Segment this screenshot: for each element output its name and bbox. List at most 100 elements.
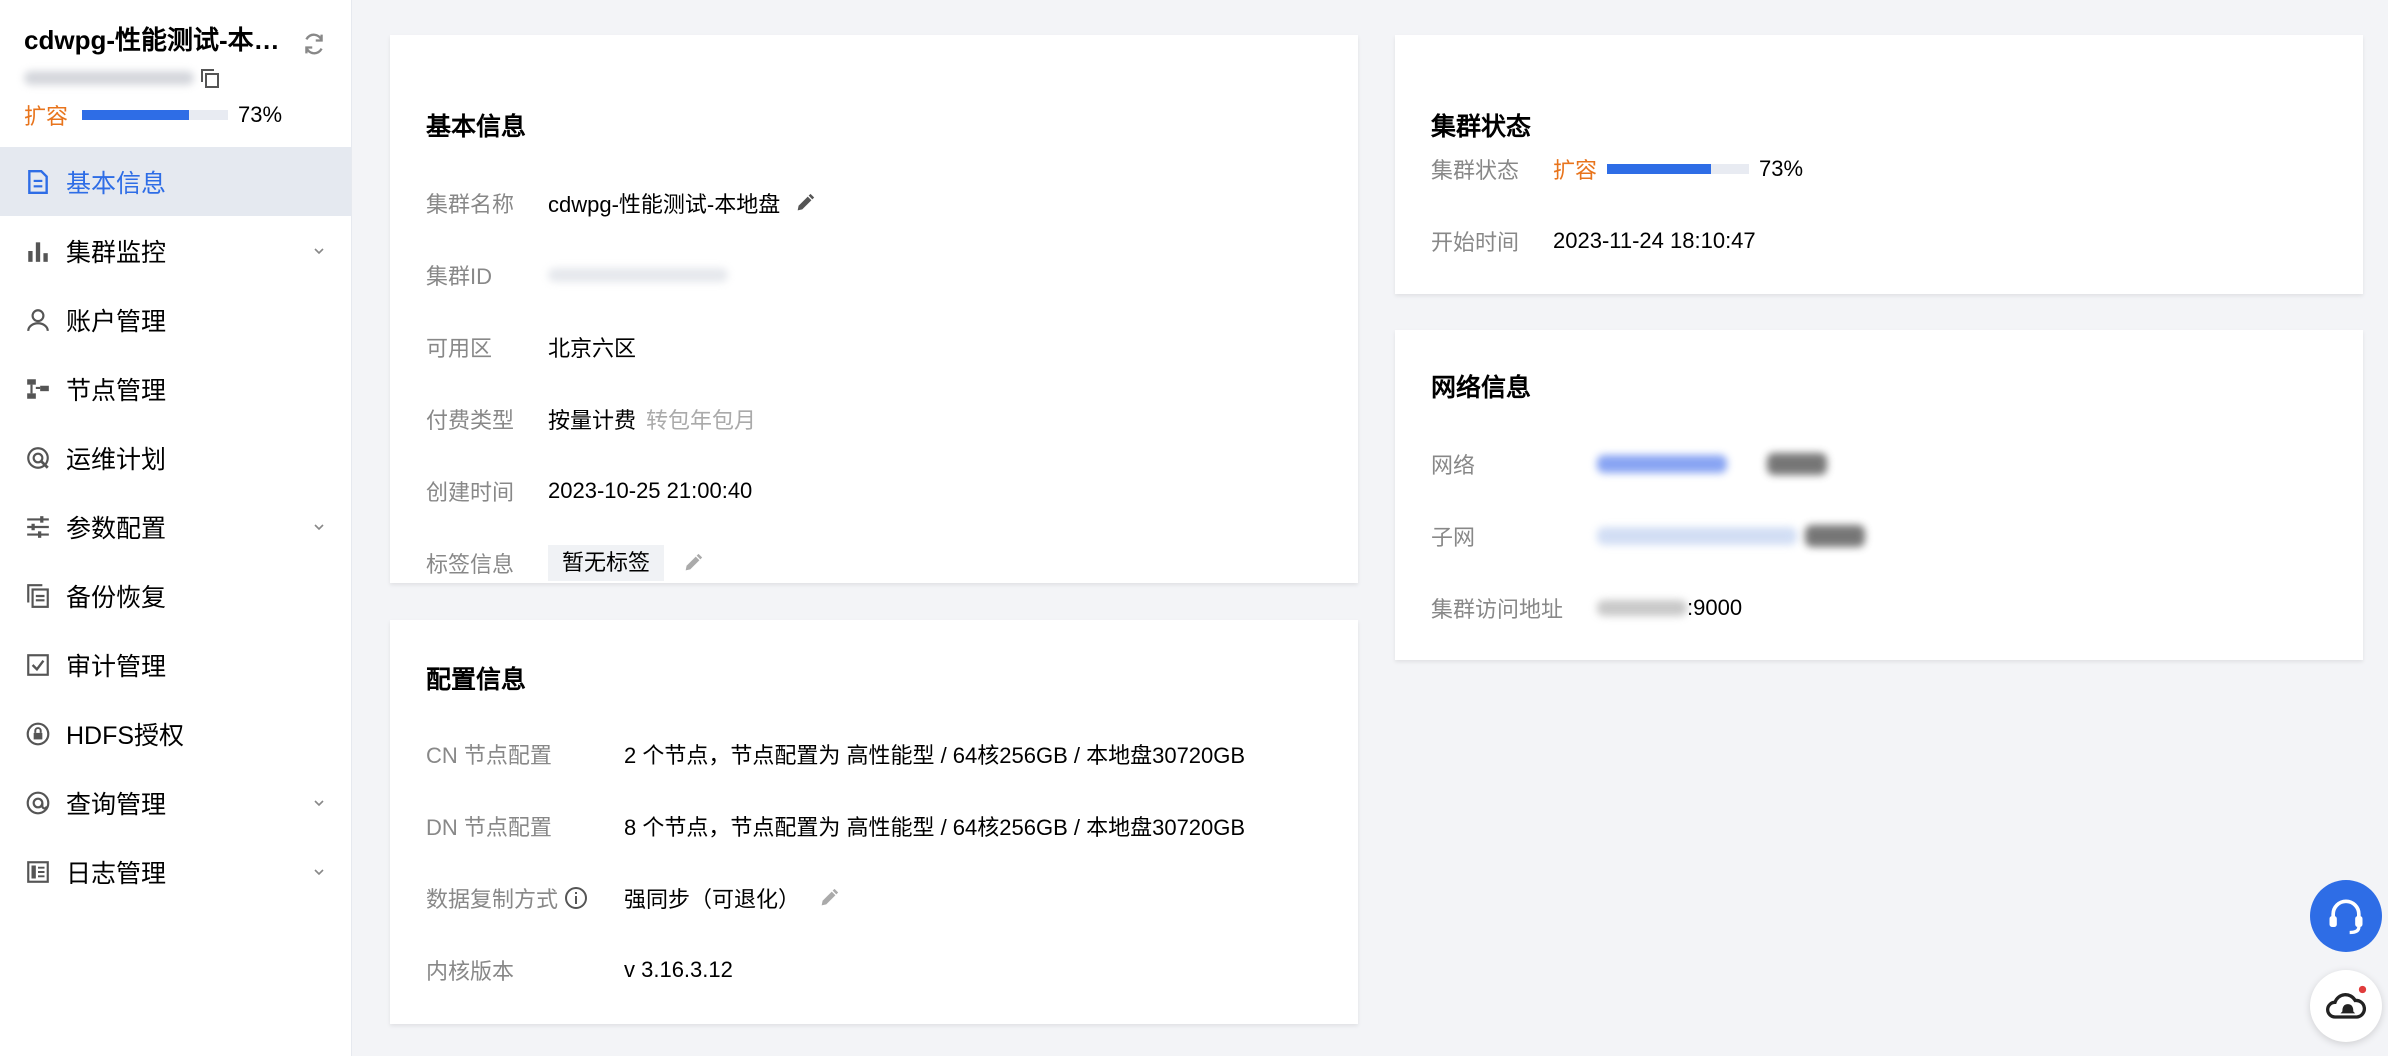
start-time-label: 开始时间	[1431, 230, 1520, 255]
audit-check-icon	[24, 651, 52, 679]
zone-value: 北京六区	[548, 336, 637, 361]
chevron-down-icon[interactable]	[312, 796, 326, 810]
network-info-card: 网络信息 网络 子网 集群访问地址 :9000	[1395, 330, 2363, 660]
sidebar-item-label: 审计管理	[66, 652, 167, 681]
headset-icon	[2329, 899, 2363, 935]
ops-plan-icon	[24, 444, 52, 472]
sidebar-item-label: 账户管理	[66, 307, 167, 336]
basic-info-card: 基本信息 集群名称 cdwpg-性能测试-本地盘 集群ID 可用区 北京六区 付…	[390, 35, 1358, 583]
access-address-redacted	[1597, 600, 1687, 616]
network-info-title: 网络信息	[1431, 374, 1532, 402]
cluster-id-row	[24, 62, 327, 94]
access-port: :9000	[1687, 595, 1743, 620]
sidebar-item-label: 节点管理	[66, 376, 167, 405]
replication-value: 强同步（可退化）	[624, 887, 801, 912]
progress-percent: 73%	[238, 102, 283, 127]
sidebar-item-9[interactable]: 查询管理	[0, 768, 351, 837]
subnet-value-redacted	[1597, 527, 1797, 545]
status-progress-percent: 73%	[1759, 156, 1804, 181]
config-info-title: 配置信息	[426, 666, 527, 694]
cluster-status-card: 集群状态 集群状态 扩容 73% 开始时间 2023-11-24 18:10:4…	[1395, 35, 2363, 294]
cluster-id-value-redacted	[548, 268, 728, 282]
status-row: 集群状态 扩容 73%	[1431, 149, 1803, 189]
kernel-value: v 3.16.3.12	[624, 957, 733, 982]
created-label: 创建时间	[426, 480, 515, 505]
log-icon	[24, 858, 52, 886]
sidebar-item-label: HDFS授权	[66, 721, 185, 750]
access-address-row: 集群访问地址 :9000	[1431, 588, 1742, 628]
cluster-header: cdwpg-性能测试-本地盘 扩容 73%	[0, 0, 351, 147]
subnet-id-redacted	[1805, 525, 1865, 547]
support-button[interactable]	[2310, 880, 2382, 952]
cn-config-label: CN 节点配置	[426, 743, 552, 768]
sidebar-item-1[interactable]: 集群监控	[0, 216, 351, 285]
edit-name-icon[interactable]	[794, 192, 816, 214]
sidebar-item-label: 运维计划	[66, 445, 167, 474]
cluster-name-row: 集群名称 cdwpg-性能测试-本地盘	[426, 183, 816, 223]
chevron-down-icon[interactable]	[312, 865, 326, 879]
cluster-id-redacted	[24, 71, 194, 85]
cluster-id-row-main: 集群ID	[426, 255, 728, 295]
dn-config-label: DN 节点配置	[426, 815, 552, 840]
chevron-down-icon[interactable]	[312, 244, 326, 258]
zone-row: 可用区 北京六区	[426, 327, 636, 367]
hdfs-auth-icon	[24, 720, 52, 748]
sidebar-item-3[interactable]: 节点管理	[0, 354, 351, 423]
sidebar-item-10[interactable]: 日志管理	[0, 837, 351, 906]
chevron-down-icon[interactable]	[312, 520, 326, 534]
replication-label: 数据复制方式	[426, 887, 559, 912]
created-row: 创建时间 2023-10-25 21:00:40	[426, 471, 752, 511]
billing-value: 按量计费	[548, 408, 637, 433]
network-id-redacted	[1767, 453, 1827, 475]
sidebar-item-6[interactable]: 备份恢复	[0, 561, 351, 630]
sidebar: cdwpg-性能测试-本地盘 扩容 73% 基本信息集群监控账户管理节点管理运维…	[0, 0, 352, 1056]
sidebar-item-label: 基本信息	[66, 169, 167, 198]
convert-monthly-link[interactable]: 转包年包月	[646, 403, 756, 435]
copy-icon[interactable]	[198, 66, 222, 90]
assistant-button[interactable]	[2310, 970, 2382, 1042]
backup-icon	[24, 582, 52, 610]
cluster-status-title: 集群状态	[1431, 113, 1532, 141]
sidebar-item-2[interactable]: 账户管理	[0, 285, 351, 354]
sidebar-item-4[interactable]: 运维计划	[0, 423, 351, 492]
status-label: 集群状态	[1431, 158, 1520, 183]
config-info-card: 配置信息 CN 节点配置 2 个节点，节点配置为 高性能型 / 64核256GB…	[390, 620, 1358, 1024]
tags-label: 标签信息	[426, 552, 515, 577]
status-progress-bar	[1607, 164, 1750, 174]
start-time-value: 2023-11-24 18:10:47	[1553, 228, 1756, 253]
cn-config-value: 2 个节点，节点配置为 高性能型 / 64核256GB / 本地盘30720GB	[624, 743, 1246, 768]
edit-tags-icon[interactable]	[682, 552, 704, 574]
sidebar-item-0[interactable]: 基本信息	[0, 147, 351, 216]
status-value: 扩容	[1553, 158, 1598, 183]
user-icon	[24, 306, 52, 334]
sidebar-item-label: 备份恢复	[66, 583, 167, 612]
refresh-icon[interactable]	[300, 30, 328, 58]
bar-chart-icon	[24, 237, 52, 265]
sidebar-item-5[interactable]: 参数配置	[0, 492, 351, 561]
start-time-row: 开始时间 2023-11-24 18:10:47	[1431, 221, 1756, 261]
sidebar-item-label: 集群监控	[66, 238, 167, 267]
kernel-label: 内核版本	[426, 959, 515, 984]
sidebar-item-label: 参数配置	[66, 514, 167, 543]
kernel-row: 内核版本 v 3.16.3.12	[426, 950, 733, 990]
created-value: 2023-10-25 21:00:40	[548, 478, 753, 503]
sliders-icon	[24, 513, 52, 541]
sidebar-item-8[interactable]: HDFS授权	[0, 699, 351, 768]
tags-value: 暂无标签	[548, 545, 665, 581]
access-address-label: 集群访问地址	[1431, 597, 1564, 622]
node-icon	[24, 375, 52, 403]
sidebar-item-7[interactable]: 审计管理	[0, 630, 351, 699]
replication-label-group: 数据复制方式	[426, 882, 624, 914]
network-row: 网络	[1431, 444, 1827, 484]
status-progress-fill	[1607, 164, 1711, 174]
replication-row: 数据复制方式 强同步（可退化）	[426, 878, 840, 918]
basic-info-title: 基本信息	[426, 113, 527, 141]
info-icon[interactable]	[564, 886, 588, 910]
edit-replication-icon[interactable]	[818, 887, 840, 909]
progress-bar-fill	[82, 110, 189, 120]
query-icon	[24, 789, 52, 817]
status-text: 扩容	[24, 104, 69, 129]
sidebar-item-label: 日志管理	[66, 859, 167, 888]
progress-bar	[82, 110, 229, 120]
dn-config-value: 8 个节点，节点配置为 高性能型 / 64核256GB / 本地盘30720GB	[624, 815, 1246, 840]
